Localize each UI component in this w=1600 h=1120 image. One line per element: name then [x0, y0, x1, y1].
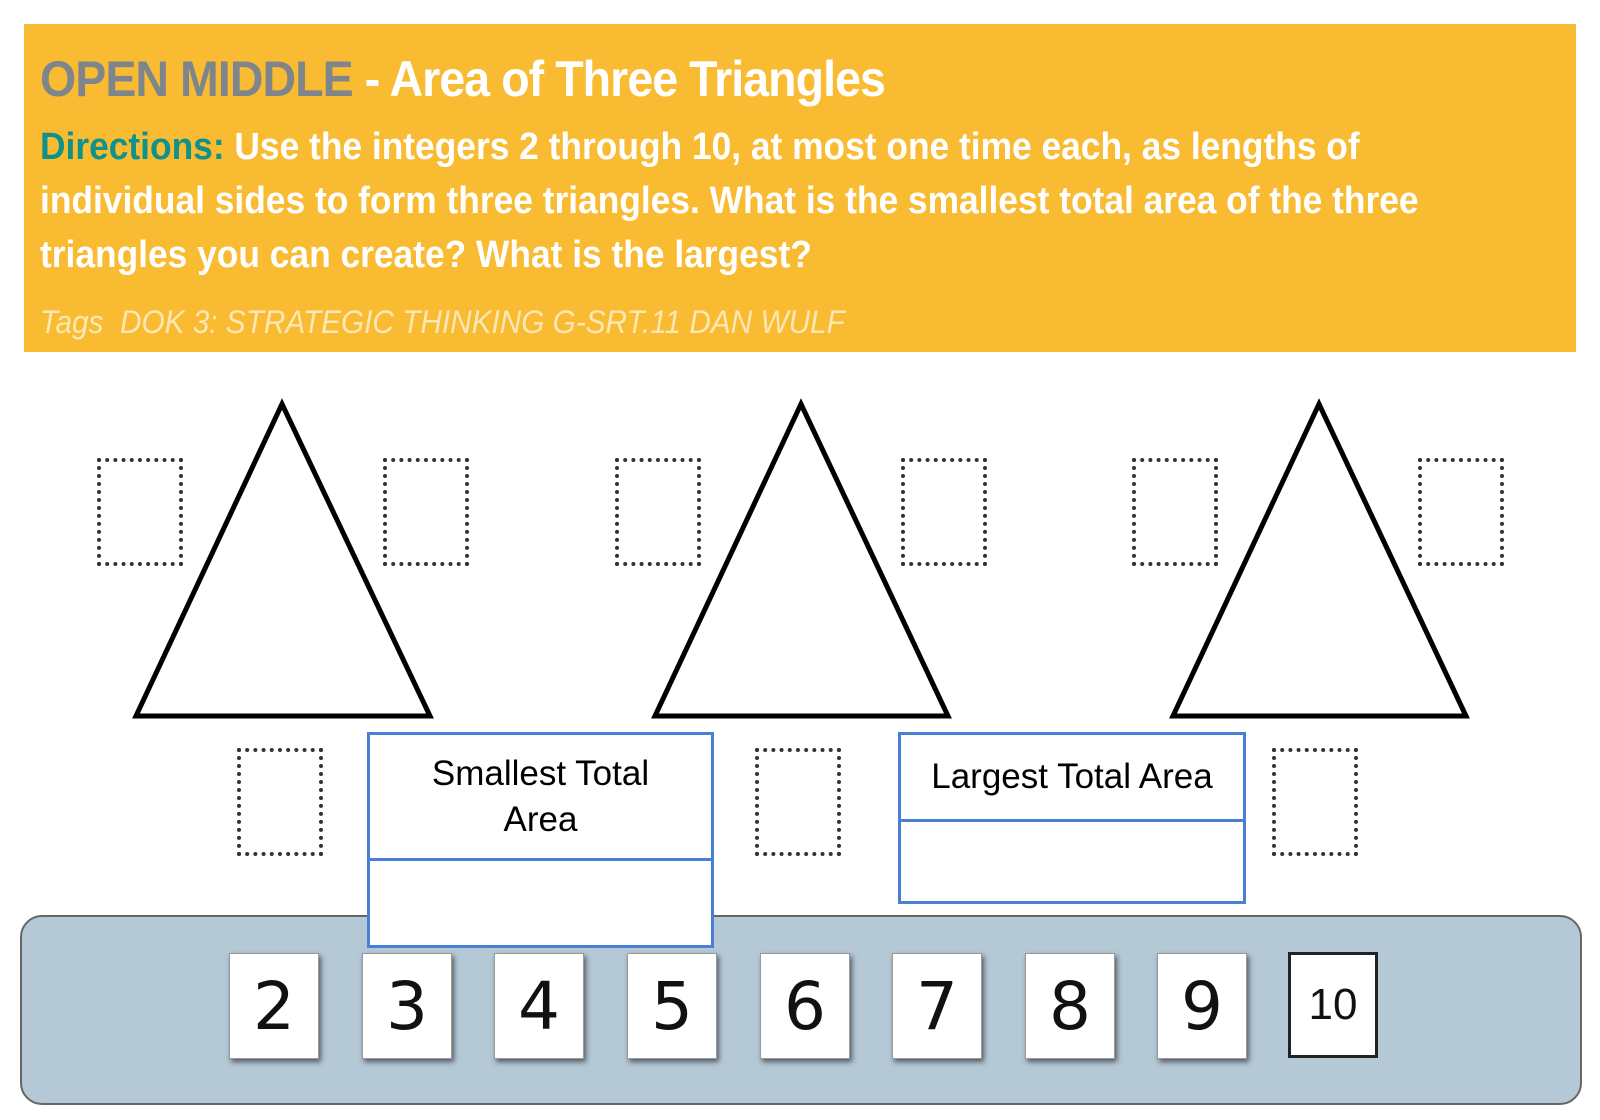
number-tile-6[interactable]: 6 — [760, 953, 850, 1059]
triangle-2-left-side-slot[interactable] — [615, 458, 701, 566]
triangle-2-base-slot[interactable] — [755, 748, 841, 856]
smallest-total-area-input[interactable] — [370, 861, 711, 945]
number-tile-5[interactable]: 5 — [627, 953, 717, 1059]
triangle-1-left-side-slot[interactable] — [97, 458, 183, 566]
triangle-3-base-slot[interactable] — [1272, 748, 1358, 856]
triangle-3-right-side-slot[interactable] — [1418, 458, 1504, 566]
largest-total-area-box: Largest Total Area — [898, 732, 1246, 904]
triangle-2-right-side-slot[interactable] — [901, 458, 987, 566]
number-tile-7[interactable]: 7 — [892, 953, 982, 1059]
largest-total-area-input[interactable] — [901, 819, 1243, 901]
triangle-3-left-side-slot[interactable] — [1132, 458, 1218, 566]
number-tile-2[interactable]: 2 — [229, 953, 319, 1059]
triangle-1-right-side-slot[interactable] — [383, 458, 469, 566]
largest-total-area-label: Largest Total Area — [901, 735, 1243, 822]
number-tile-3[interactable]: 3 — [362, 953, 452, 1059]
number-tile-4[interactable]: 4 — [494, 953, 584, 1059]
number-tile-9[interactable]: 9 — [1157, 953, 1247, 1059]
number-tile-10[interactable]: 10 — [1288, 952, 1378, 1058]
triangle-1-base-slot[interactable] — [237, 748, 323, 856]
number-tile-8[interactable]: 8 — [1025, 953, 1115, 1059]
smallest-total-area-label: Smallest Total Area — [370, 735, 711, 861]
smallest-total-area-box: Smallest Total Area — [367, 732, 714, 948]
